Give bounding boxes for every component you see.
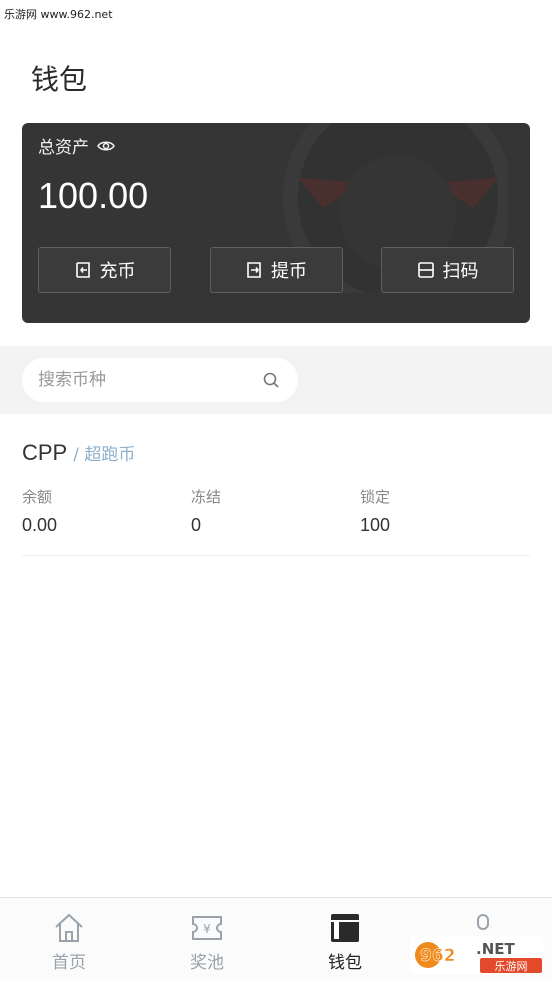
scan-button[interactable]: 扫码 [381,247,514,293]
card-actions: 充币 提币 扫码 [38,247,514,293]
tab-home[interactable]: 首页 [0,898,138,981]
withdraw-label: 提币 [271,261,307,282]
wallet-icon [331,914,359,942]
home-icon [55,913,83,942]
svg-text:乐游网: 乐游网 [495,960,528,973]
total-assets-text: 总资产 [38,138,89,158]
ticket-icon: ¥ [192,916,222,940]
tab-home-label: 首页 [52,953,86,973]
stat-balance-label: 余额 [22,488,53,506]
deposit-label: 充币 [99,261,136,282]
watermark-logo: 962 .NET 乐游网 [410,936,544,974]
balance-card: 总资产 100.00 充币 提币 扫码 [22,123,530,323]
search-icon[interactable] [262,371,280,389]
watermark-top-text: 乐游网 www.962.net [4,8,113,21]
stat-frozen-label: 冻结 [191,488,222,506]
total-assets-label: 总资产 [38,133,115,158]
stat-locked: 锁定 100 [360,486,529,536]
stat-locked-label: 锁定 [360,488,391,506]
search-box[interactable] [22,358,298,402]
deposit-icon [75,262,90,278]
tab-prize-pool-label: 奖池 [190,953,224,973]
stat-frozen: 冻结 0 [191,486,360,536]
stat-balance-value: 0.00 [22,515,58,535]
tab-wallet-label: 钱包 [328,953,362,973]
search-section [0,346,552,414]
tab-prize-pool[interactable]: ¥ 奖池 [138,898,276,981]
tab-wallet[interactable]: 钱包 [276,898,414,981]
deposit-button[interactable]: 充币 [38,247,171,293]
coin-header: CPP / 超跑币 [22,440,530,466]
withdraw-button[interactable]: 提币 [209,247,343,293]
total-assets-value: 100.00 [38,175,149,216]
scan-icon [417,262,434,278]
svg-text:¥: ¥ [203,922,211,936]
withdraw-icon [247,262,261,278]
stat-locked-value: 100 [360,515,391,535]
page-title: 钱包 [31,63,88,96]
eye-icon[interactable] [97,139,115,153]
coin-stats: 余额 0.00 冻结 0 锁定 100 [22,486,530,536]
stat-frozen-value: 0 [191,515,202,535]
coin-list-item[interactable]: CPP / 超跑币 余额 0.00 冻结 0 锁定 100 [22,440,530,556]
scan-label: 扫码 [442,261,479,282]
search-input[interactable] [38,370,228,390]
stat-balance: 余额 0.00 [22,486,191,536]
coin-name: / 超跑币 [73,445,136,465]
svg-text:.NET: .NET [476,940,515,958]
coin-symbol: CPP [22,440,68,465]
svg-text:962: 962 [420,946,456,966]
